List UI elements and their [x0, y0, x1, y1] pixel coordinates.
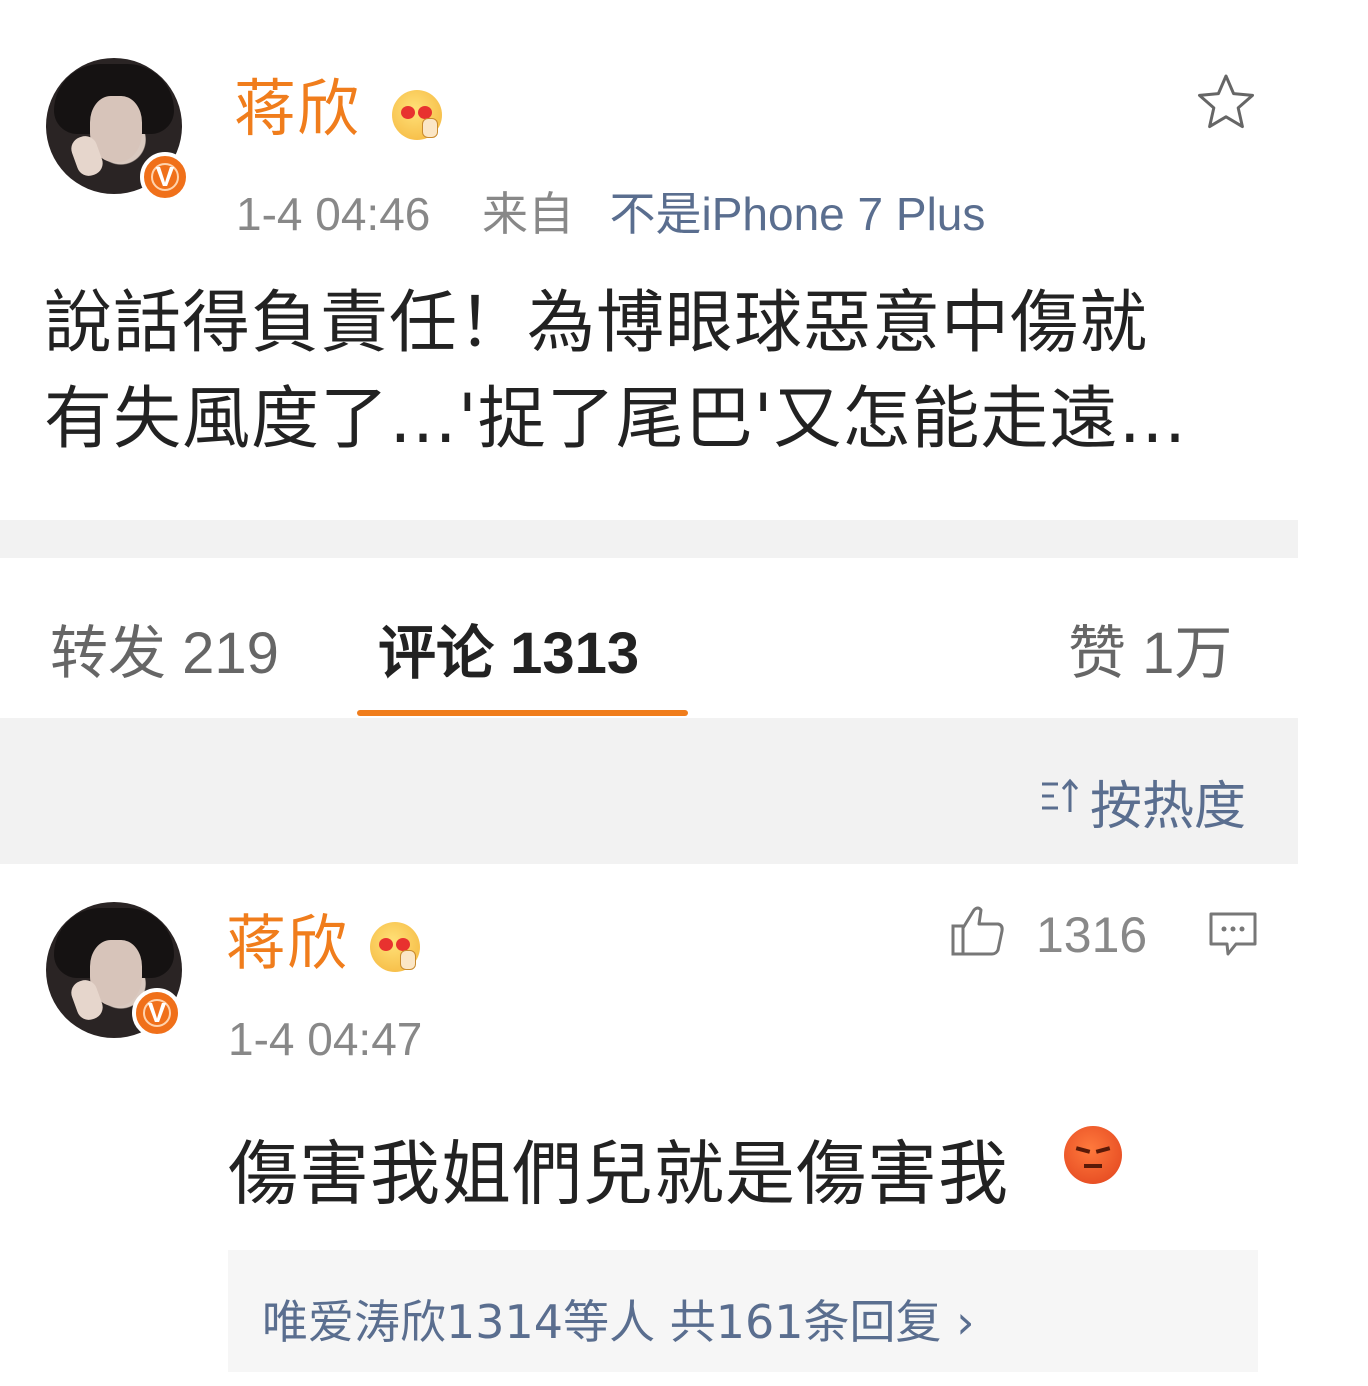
thumbs-up-icon[interactable] [950, 904, 1006, 962]
star-icon[interactable] [1196, 72, 1256, 132]
comment-text: 傷害我姐們兒就是傷害我 [228, 1133, 1009, 1215]
verified-badge-icon: V [132, 988, 182, 1038]
tab-likes[interactable]: 赞 1万 [1068, 606, 1232, 690]
post-text-line2: 有失風度了…'捉了尾巴'又怎能走遠… [44, 380, 1188, 459]
post-source-prefix: 来自 [481, 188, 574, 240]
reply-comment-icon[interactable] [1208, 910, 1258, 962]
angry-face-emoji-icon [1064, 1126, 1122, 1184]
post-text-line1: 說話得負責任！為博眼球惡意中傷就 [44, 284, 1149, 363]
heart-eyes-emoji-icon [392, 90, 442, 140]
post-text: 說話得負責任！為博眼球惡意中傷就 有失風度了…'捉了尾巴'又怎能走遠… [44, 276, 1304, 468]
heart-eyes-emoji-icon [370, 922, 420, 972]
tab-comments[interactable]: 评论 1313 [378, 606, 639, 690]
post-author-name[interactable]: 蒋欣 [234, 78, 360, 140]
section-divider [0, 520, 1298, 558]
replies-summary-box[interactable]: 唯爱涛欣1314等人 共161条回复 › [228, 1250, 1258, 1372]
post-meta: 1-4 04:46 来自 不是iPhone 7 Plus [236, 178, 985, 244]
post-source[interactable]: 不是iPhone 7 Plus [610, 188, 986, 240]
sort-icon [1040, 776, 1084, 820]
post-timestamp: 1-4 04:46 [236, 188, 431, 240]
comment-timestamp: 1-4 04:47 [228, 1013, 423, 1065]
verified-badge-icon: V [140, 152, 190, 202]
comment-like-count: 1316 [1036, 907, 1148, 963]
sort-by-heat-button[interactable]: 按热度 [1090, 764, 1246, 839]
tab-comments-underline [357, 710, 688, 716]
comment-author-name[interactable]: 蒋欣 [226, 914, 348, 974]
replies-summary-link[interactable]: 唯爱涛欣1314等人 共161条回复 › [262, 1286, 975, 1352]
tab-repost[interactable]: 转发 219 [50, 606, 279, 690]
